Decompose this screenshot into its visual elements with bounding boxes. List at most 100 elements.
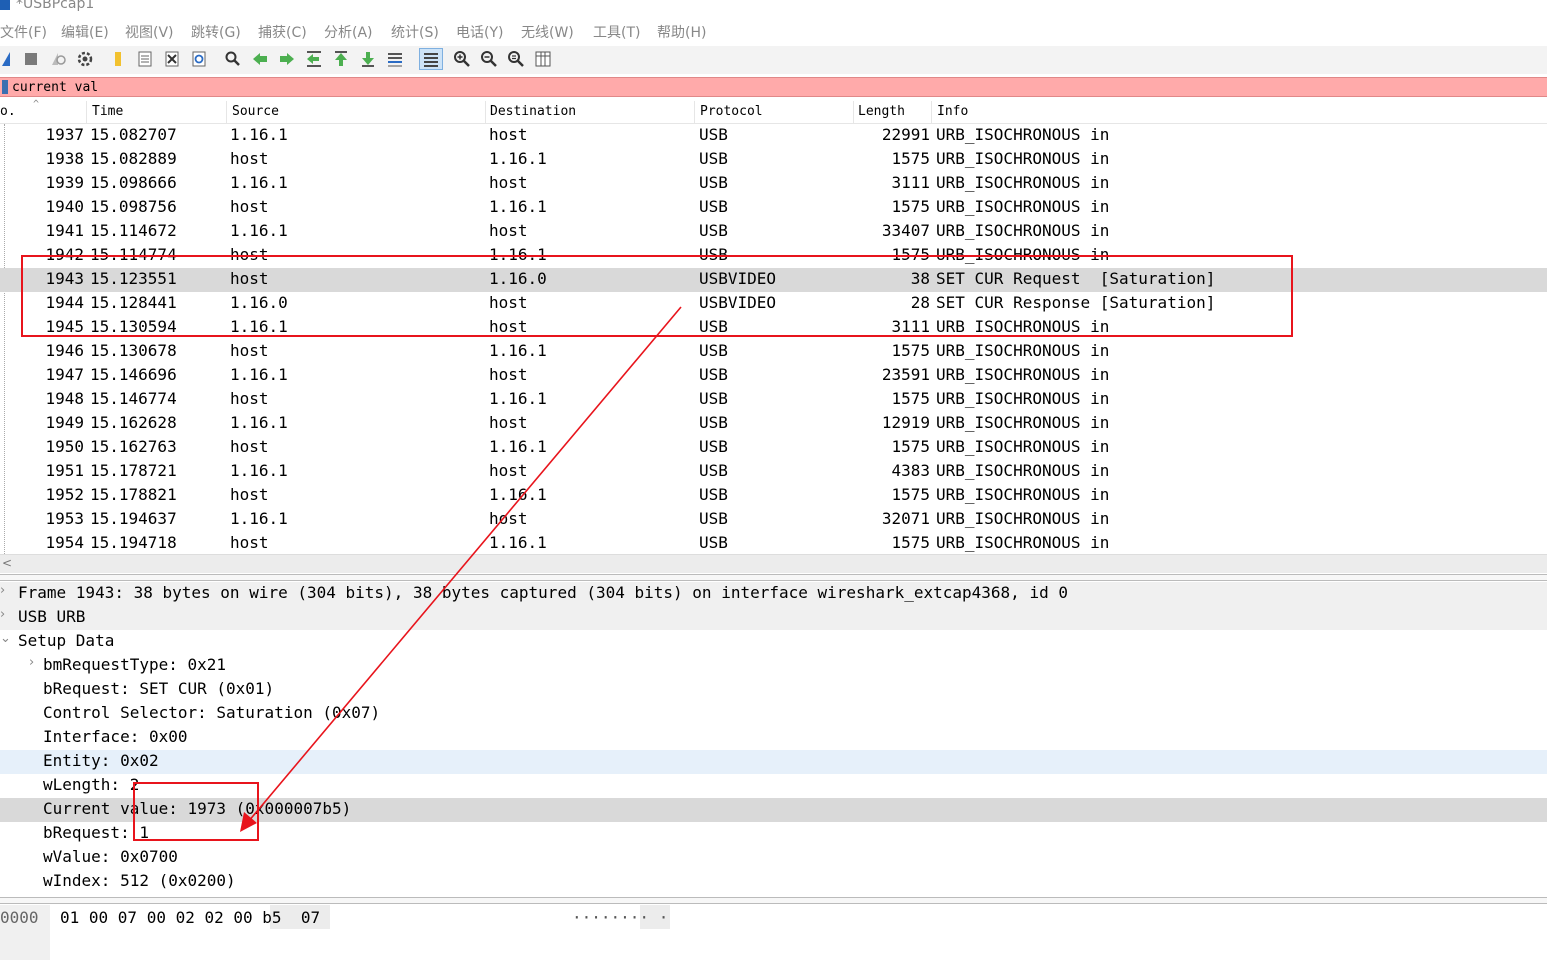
detail-tree-item[interactable]: ⌄ Setup Data [0,630,1547,654]
detail-tree-item[interactable]: bRequest: SET CUR (0x01) [0,678,1547,702]
pane-splitter[interactable] [0,897,1547,904]
packet-length: 3111 [891,317,930,336]
bytes-ascii[interactable]: ········ · [572,908,668,927]
main-toolbar [0,46,1547,74]
column-divider[interactable] [226,101,227,123]
go-first-icon[interactable] [332,50,350,68]
display-filter-bar [0,77,1547,97]
packet-row[interactable]: 1953 15.194637 1.16.1 host USB 32071 URB_ISOCH… [0,508,1547,532]
shark-fin-start-icon[interactable] [0,50,18,68]
detail-tree-item[interactable]: wValue: 0x0700 [0,846,1547,870]
menu-telephony[interactable]: 电话(Y) [456,22,503,42]
collapsed-chevron-icon[interactable]: › [29,655,34,670]
packet-row[interactable]: 1937 15.082707 1.16.1 host USB 22991 URB_ISOCH… [0,124,1547,148]
reload-icon[interactable] [190,50,208,68]
packet-list: 1937 15.082707 1.16.1 host USB 22991 URB_ISOCH… [0,124,1547,554]
packet-row[interactable]: 1951 15.178721 1.16.1 host USB 4383 URB_ISOCHR… [0,460,1547,484]
autoscroll-icon[interactable] [386,50,404,68]
find-packet-icon[interactable] [224,50,242,68]
zoom-out-icon[interactable] [480,50,498,68]
bytes-hex[interactable]: 01 00 07 00 02 02 00 b5 07 [60,908,320,927]
packet-row[interactable]: 1949 15.162628 1.16.1 host USB 12919 URB_ISOCH… [0,412,1547,436]
scroll-left-icon[interactable]: < [2,556,12,570]
detail-tree-item[interactable]: Current value: 1973 (0x000007b5) [0,798,1547,822]
packet-row[interactable]: 1939 15.098666 1.16.1 host USB 3111 URB_ISOCHR… [0,172,1547,196]
stop-icon[interactable] [22,50,40,68]
packet-row[interactable]: 1942 15.114774 host 1.16.1 USB 1575 URB_ISOCHR… [0,244,1547,268]
packet-length: 3111 [891,173,930,192]
menu-view[interactable]: 视图(V) [125,22,174,42]
collapsed-chevron-icon[interactable]: › [0,583,5,598]
column-header-protocol[interactable]: Protocol [700,104,763,122]
packet-row[interactable]: 1952 15.178821 host 1.16.1 USB 1575 URB_ISOCHR… [0,484,1547,508]
column-divider[interactable] [853,101,854,123]
display-filter-input[interactable] [12,79,1542,95]
menu-statistics[interactable]: 统计(S) [391,22,439,42]
zoom-in-icon[interactable] [453,50,471,68]
column-header-info[interactable]: Info [937,104,968,122]
zoom-normal-icon[interactable] [507,50,525,68]
detail-tree-item[interactable]: › Frame 1943: 38 bytes on wire (304 bits)… [0,582,1547,606]
packet-row[interactable]: 1940 15.098756 host 1.16.1 USB 1575 URB_ISOCHR… [0,196,1547,220]
menu-wireless[interactable]: 无线(W) [521,22,574,42]
detail-tree-text: wValue: 0x0700 [43,847,178,866]
menu-go[interactable]: 跳转(G) [191,22,241,42]
column-divider[interactable] [86,101,87,123]
detail-tree-item[interactable]: Control Selector: Saturation (0x07) [0,702,1547,726]
packet-info: URB_ISOCHRONOUS in [936,149,1110,168]
packet-info: URB_ISOCHRONOUS in [936,509,1110,528]
restart-icon[interactable] [49,50,67,68]
pane-splitter[interactable] [0,574,1547,581]
detail-tree-item[interactable]: wLength: 2 [0,774,1547,798]
open-folder-icon[interactable] [110,50,128,68]
column-header-no[interactable]: o. [0,104,16,122]
menu-analyze[interactable]: 分析(A) [324,22,373,42]
packet-row[interactable]: 1938 15.082889 host 1.16.1 USB 1575 URB_ISOCHR… [0,148,1547,172]
column-divider[interactable] [694,101,695,123]
go-last-icon[interactable] [359,50,377,68]
colorize-icon[interactable] [419,48,443,70]
packet-info: URB_ISOCHRONOUS in [936,317,1110,336]
column-header-destination[interactable]: Destination [490,104,576,122]
expanded-chevron-icon[interactable]: ⌄ [0,631,11,646]
packet-row[interactable]: 1946 15.130678 host 1.16.1 USB 1575 URB_ISOCHR… [0,340,1547,364]
column-header-source[interactable]: Source [232,104,279,122]
detail-tree-item[interactable]: Entity: 0x02 [0,750,1547,774]
collapsed-chevron-icon[interactable]: › [0,607,5,622]
go-to-packet-icon[interactable] [305,50,323,68]
packet-row[interactable]: 1941 15.114672 1.16.1 host USB 33407 URB_ISOCH… [0,220,1547,244]
detail-tree-item[interactable]: Interface: 0x00 [0,726,1547,750]
packet-row[interactable]: 1954 15.194718 host 1.16.1 USB 1575 URB_ISOCHR… [0,532,1547,554]
column-header-time[interactable]: Time [92,104,123,122]
column-divider[interactable] [485,101,486,123]
menu-edit[interactable]: 编辑(E) [61,22,109,42]
detail-tree-item[interactable]: › USB URB [0,606,1547,630]
detail-tree-item[interactable]: › bmRequestType: 0x21 [0,654,1547,678]
go-back-icon[interactable] [251,50,269,68]
packet-row[interactable]: 1944 15.128441 1.16.0 host USBVIDEO 28 SET CUR… [0,292,1547,316]
packet-row[interactable]: 1945 15.130594 1.16.1 host USB 3111 URB_ISOCHR… [0,316,1547,340]
close-file-icon[interactable] [163,50,181,68]
column-divider[interactable] [931,101,932,123]
options-gear-icon[interactable] [76,50,94,68]
menu-help[interactable]: 帮助(H) [657,22,706,42]
packet-list-horizontal-scrollbar[interactable]: < [0,554,1547,573]
menu-capture[interactable]: 捕获(C) [258,22,307,42]
packet-row[interactable]: 1947 15.146696 1.16.1 host USB 23591 URB_ISOCH… [0,364,1547,388]
save-file-icon[interactable] [136,50,154,68]
packet-row[interactable]: 1943 15.123551 host 1.16.0 USBVIDEO 38 SET CUR… [0,268,1547,292]
packet-row[interactable]: 1948 15.146774 host 1.16.1 USB 1575 URB_ISOCHR… [0,388,1547,412]
detail-tree-text: Control Selector: Saturation (0x07) [43,703,381,722]
packet-info: URB_ISOCHRONOUS in [936,365,1110,384]
resize-columns-icon[interactable] [534,50,552,68]
bookmark-icon[interactable] [2,80,8,94]
menu-file[interactable]: 文件(F) [0,22,47,42]
menu-tools[interactable]: 工具(T) [593,22,640,42]
detail-tree-item[interactable]: bRequest: 1 [0,822,1547,846]
column-header-length[interactable]: Length [858,104,905,122]
packet-length: 1575 [891,533,930,552]
packet-row[interactable]: 1950 15.162763 host 1.16.1 USB 1575 URB_ISOCHR… [0,436,1547,460]
detail-tree-item[interactable]: wIndex: 512 (0x0200) [0,870,1547,894]
go-forward-icon[interactable] [278,50,296,68]
packet-info: URB_ISOCHRONOUS in [936,125,1110,144]
